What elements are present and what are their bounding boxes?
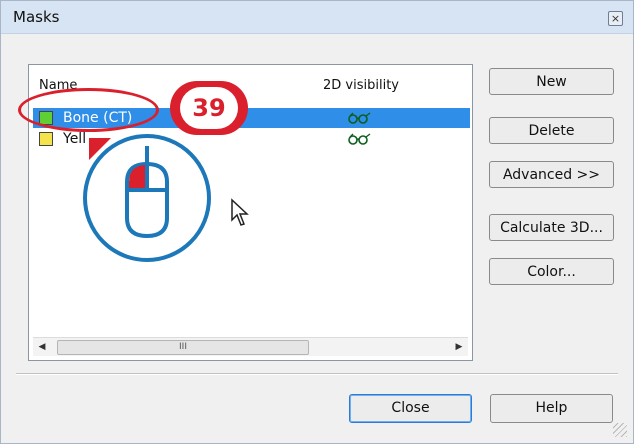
scrollbar-thumb-grip: III [179, 342, 187, 352]
resize-grip[interactable] [613, 423, 627, 437]
mask-name: Yell [63, 131, 87, 147]
window-title: Masks [13, 8, 60, 26]
mouse-click-indicator [83, 134, 211, 262]
scroll-right-arrow-icon[interactable]: ▶ [450, 338, 468, 356]
horizontal-scrollbar[interactable]: ◀ III ▶ [33, 337, 468, 356]
glasses-icon[interactable] [347, 108, 371, 131]
help-button[interactable]: Help [490, 394, 613, 423]
color-button[interactable]: Color... [489, 258, 614, 285]
highlight-ellipse [18, 88, 159, 132]
separator [16, 373, 618, 375]
advanced-button[interactable]: Advanced >> [489, 161, 614, 188]
scroll-left-arrow-icon[interactable]: ◀ [33, 338, 51, 356]
mouse-pointer-icon [231, 198, 249, 226]
calculate-3d-button[interactable]: Calculate 3D... [489, 214, 614, 241]
mouse-left-click-icon [89, 138, 169, 239]
close-button[interactable]: Close [349, 394, 472, 423]
close-icon: × [610, 12, 621, 25]
scrollbar-thumb[interactable]: III [57, 340, 309, 355]
delete-button[interactable]: Delete [489, 117, 614, 144]
glasses-icon[interactable] [347, 129, 371, 152]
new-button[interactable]: New [489, 68, 614, 95]
column-header-2d-visibility[interactable]: 2D visibility [323, 78, 399, 93]
mask-color-cube-icon [39, 132, 53, 146]
title-bar: Masks × [1, 1, 633, 34]
step-badge: 39 [170, 81, 248, 135]
close-window-button[interactable]: × [608, 11, 623, 26]
step-number: 39 [180, 87, 238, 129]
